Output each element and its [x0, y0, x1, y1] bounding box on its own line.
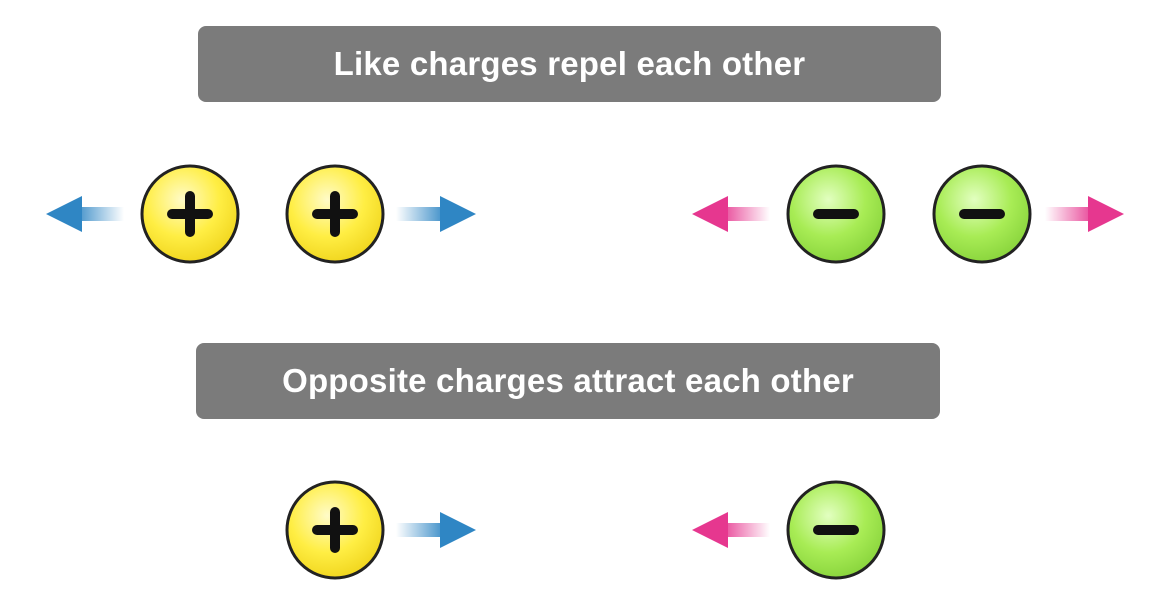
- opp-neg-arrow: [692, 512, 770, 548]
- opp-pos-arrow: [396, 512, 476, 548]
- like-pos-arrow-left: [46, 196, 124, 232]
- opp-pos-charge: [285, 480, 385, 580]
- like-pos-right-charge: [285, 164, 385, 264]
- like-pos-left-charge: [140, 164, 240, 264]
- like-neg-left-charge: [786, 164, 886, 264]
- like-neg-right-charge: [932, 164, 1032, 264]
- like-neg-arrow-left: [692, 196, 770, 232]
- like-pos-arrow-right: [396, 196, 476, 232]
- charges-diagram: [46, 164, 1124, 580]
- opp-neg-charge: [786, 480, 886, 580]
- like-neg-arrow-right: [1045, 196, 1124, 232]
